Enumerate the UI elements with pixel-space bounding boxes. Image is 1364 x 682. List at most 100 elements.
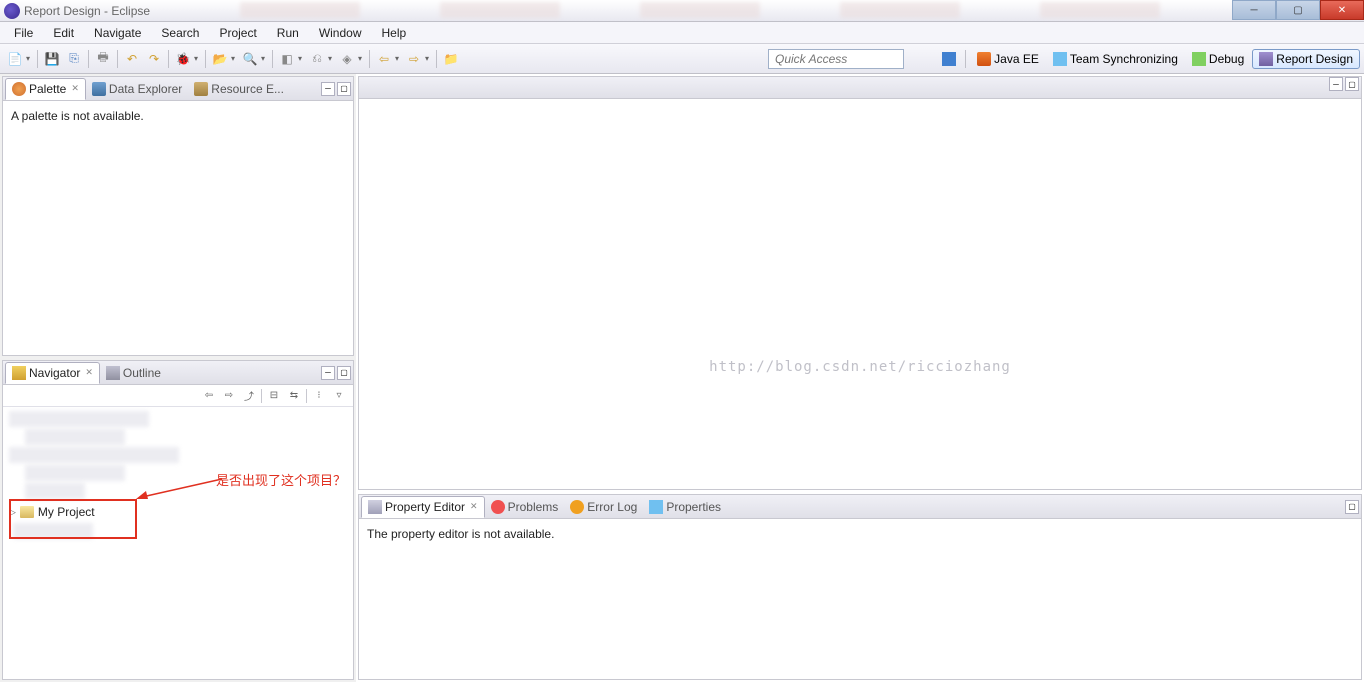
dropdown-arrow-icon[interactable]: ▾ bbox=[26, 54, 34, 63]
debug-icon bbox=[1192, 52, 1206, 66]
menu-file[interactable]: File bbox=[4, 24, 43, 42]
filter-button[interactable]: ⁝ bbox=[311, 388, 327, 404]
window-close-button[interactable]: ✕ bbox=[1320, 0, 1364, 20]
project-my-project[interactable]: ▷ My Project bbox=[5, 503, 351, 521]
view-menu-button[interactable]: ▿ bbox=[331, 388, 347, 404]
main-toolbar: 📄▾ 💾 ⎘ 🖶 ↶ ↷ 🐞▾ 📂▾ 🔍▾ ◧▾ ⎌▾ ◈▾ ⇦▾ ⇨▾ 📁 J… bbox=[0, 44, 1364, 74]
new-button[interactable]: 📄 bbox=[5, 49, 25, 69]
forward-button[interactable]: ⇨ bbox=[404, 49, 424, 69]
maximize-view-button[interactable]: ▢ bbox=[337, 366, 351, 380]
perspective-report-design[interactable]: Report Design bbox=[1252, 49, 1360, 69]
menu-run[interactable]: Run bbox=[267, 24, 309, 42]
tab-data-explorer[interactable]: Data Explorer bbox=[86, 79, 188, 99]
nav-forward-button[interactable]: ⇨ bbox=[221, 388, 237, 404]
toggle-button[interactable]: ◧ bbox=[277, 49, 297, 69]
maximize-view-button[interactable]: ▢ bbox=[1345, 77, 1359, 91]
java-ee-icon bbox=[977, 52, 991, 66]
save-all-button[interactable]: ⎘ bbox=[64, 49, 84, 69]
dropdown-arrow-icon[interactable]: ▾ bbox=[425, 54, 433, 63]
menu-edit[interactable]: Edit bbox=[43, 24, 84, 42]
perspective-label: Java EE bbox=[994, 52, 1039, 66]
tab-property-editor[interactable]: Property Editor ✕ bbox=[361, 496, 485, 518]
minimize-view-button[interactable]: ─ bbox=[1329, 77, 1343, 91]
minimize-view-button[interactable]: ─ bbox=[321, 366, 335, 380]
close-icon[interactable]: ✕ bbox=[71, 83, 79, 94]
open-button[interactable]: 📂 bbox=[210, 49, 230, 69]
menu-window[interactable]: Window bbox=[309, 24, 372, 42]
menu-search[interactable]: Search bbox=[151, 24, 209, 42]
window-minimize-button[interactable]: ─ bbox=[1232, 0, 1276, 20]
dropdown-arrow-icon[interactable]: ▾ bbox=[261, 54, 269, 63]
problems-icon bbox=[491, 500, 505, 514]
collapse-all-button[interactable]: ⊟ bbox=[266, 388, 282, 404]
tab-outline[interactable]: Outline bbox=[100, 363, 167, 383]
menu-project[interactable]: Project bbox=[209, 24, 266, 42]
filter-button[interactable]: ⎌ bbox=[307, 49, 327, 69]
eclipse-icon bbox=[4, 3, 20, 19]
left-column: Palette ✕ Data Explorer Resource E... ─ … bbox=[0, 74, 356, 682]
tab-palette[interactable]: Palette ✕ bbox=[5, 78, 86, 100]
redo-button[interactable]: ↷ bbox=[144, 49, 164, 69]
open-perspective-icon bbox=[942, 52, 956, 66]
perspective-team-sync[interactable]: Team Synchronizing bbox=[1047, 50, 1184, 68]
tab-resource-explorer[interactable]: Resource E... bbox=[188, 79, 290, 99]
editor-body[interactable]: http://blog.csdn.net/ricciozhang bbox=[359, 99, 1361, 489]
dropdown-arrow-icon[interactable]: ▾ bbox=[358, 54, 366, 63]
nav-up-button[interactable]: ⤴ bbox=[241, 388, 257, 404]
perspective-debug[interactable]: Debug bbox=[1186, 50, 1250, 68]
expand-icon[interactable]: ▷ bbox=[9, 507, 16, 518]
folder-icon bbox=[20, 506, 34, 518]
editor-tabbar: ─ ▢ bbox=[359, 77, 1361, 99]
right-column: ─ ▢ http://blog.csdn.net/ricciozhang Pro… bbox=[356, 74, 1364, 682]
tab-label: Outline bbox=[123, 366, 161, 380]
nav-back-button[interactable]: ⇦ bbox=[201, 388, 217, 404]
minimize-view-button[interactable]: ─ bbox=[321, 82, 335, 96]
folder-button[interactable]: 📁 bbox=[441, 49, 461, 69]
perspective-label: Debug bbox=[1209, 52, 1244, 66]
window-title: Report Design - Eclipse bbox=[24, 4, 150, 18]
maximize-view-button[interactable]: ▢ bbox=[1345, 500, 1359, 514]
tab-navigator[interactable]: Navigator ✕ bbox=[5, 362, 100, 384]
print-button[interactable]: 🖶 bbox=[93, 49, 113, 69]
undo-button[interactable]: ↶ bbox=[122, 49, 142, 69]
task-button[interactable]: ◈ bbox=[337, 49, 357, 69]
watermark-text: http://blog.csdn.net/ricciozhang bbox=[709, 359, 1011, 375]
back-button[interactable]: ⇦ bbox=[374, 49, 394, 69]
editor-area: ─ ▢ http://blog.csdn.net/ricciozhang bbox=[358, 76, 1362, 490]
dropdown-arrow-icon[interactable]: ▾ bbox=[194, 54, 202, 63]
toolbar-separator bbox=[261, 389, 262, 403]
perspective-java-ee[interactable]: Java EE bbox=[971, 50, 1045, 68]
menu-help[interactable]: Help bbox=[372, 24, 417, 42]
link-editor-button[interactable]: ⇆ bbox=[286, 388, 302, 404]
window-maximize-button[interactable]: ▢ bbox=[1276, 0, 1320, 20]
property-editor-icon bbox=[368, 500, 382, 514]
dropdown-arrow-icon[interactable]: ▾ bbox=[298, 54, 306, 63]
navigator-view: Navigator ✕ Outline ─ ▢ ⇦ ⇨ ⤴ ⊟ ⇆ bbox=[2, 360, 354, 680]
debug-button[interactable]: 🐞 bbox=[173, 49, 193, 69]
navigator-tree[interactable]: ▷ My Project bbox=[3, 407, 353, 679]
palette-view: Palette ✕ Data Explorer Resource E... ─ … bbox=[2, 76, 354, 356]
dropdown-arrow-icon[interactable]: ▾ bbox=[395, 54, 403, 63]
close-icon[interactable]: ✕ bbox=[85, 367, 93, 378]
perspective-label: Team Synchronizing bbox=[1070, 52, 1178, 66]
save-button[interactable]: 💾 bbox=[42, 49, 62, 69]
view-tabbar: Property Editor ✕ Problems Error Log Pro… bbox=[359, 495, 1361, 519]
tab-label: Error Log bbox=[587, 500, 637, 514]
menu-navigate[interactable]: Navigate bbox=[84, 24, 151, 42]
toolbar-separator bbox=[117, 50, 118, 68]
quick-access-input[interactable] bbox=[768, 49, 904, 69]
tab-problems[interactable]: Problems bbox=[485, 497, 565, 517]
blurred-item bbox=[25, 465, 125, 481]
open-perspective-button[interactable] bbox=[939, 49, 959, 69]
annotation-text: 是否出现了这个项目？ bbox=[216, 470, 346, 489]
tab-properties[interactable]: Properties bbox=[643, 497, 727, 517]
search-button[interactable]: 🔍 bbox=[240, 49, 260, 69]
navigator-toolbar: ⇦ ⇨ ⤴ ⊟ ⇆ ⁝ ▿ bbox=[3, 385, 353, 407]
palette-icon bbox=[12, 82, 26, 96]
dropdown-arrow-icon[interactable]: ▾ bbox=[231, 54, 239, 63]
blurred-item bbox=[25, 483, 85, 499]
maximize-view-button[interactable]: ▢ bbox=[337, 82, 351, 96]
tab-error-log[interactable]: Error Log bbox=[564, 497, 643, 517]
dropdown-arrow-icon[interactable]: ▾ bbox=[328, 54, 336, 63]
close-icon[interactable]: ✕ bbox=[470, 501, 478, 512]
